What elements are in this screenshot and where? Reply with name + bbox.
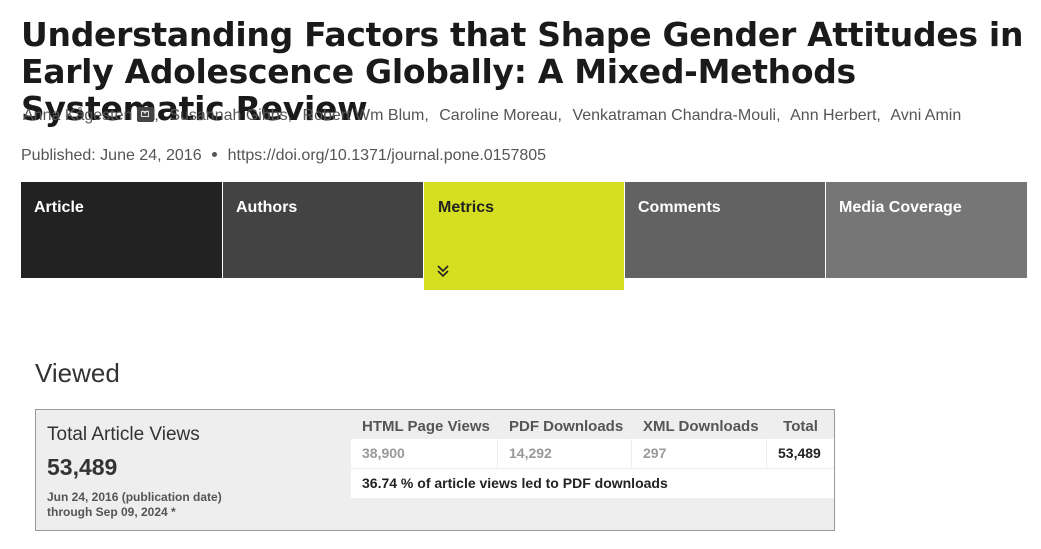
views-breakdown-table: HTML Page Views PDF Downloads XML Downlo… — [351, 413, 834, 498]
bullet-separator — [211, 152, 217, 157]
tab-comments[interactable]: Comments — [625, 182, 825, 278]
column-header: PDF Downloads — [509, 417, 624, 435]
total-views-label: Total Article Views — [47, 424, 200, 445]
tab-label: Metrics — [438, 199, 495, 216]
author-link[interactable]: Susannah Gibbs — [169, 107, 287, 124]
tab-label: Comments — [638, 199, 721, 216]
tab-label: Media Coverage — [839, 199, 962, 216]
total-value: 53,489 — [778, 445, 821, 461]
tab-label: Authors — [236, 199, 298, 216]
table-header-row: HTML Page Views PDF Downloads XML Downlo… — [351, 413, 834, 439]
author-list: Anna Kågesten, Susannah Gibbs, Robert Wm… — [23, 107, 962, 124]
column-header: HTML Page Views — [362, 417, 490, 435]
published-date: Published: June 24, 2016 — [21, 147, 202, 164]
doi-link[interactable]: https://doi.org/10.1371/journal.pone.015… — [228, 147, 546, 164]
pdf-downloads-value: 14,292 — [498, 439, 632, 468]
date-from: Jun 24, 2016 (publication date) — [47, 490, 222, 504]
author-link[interactable]: Venkatraman Chandra-Mouli — [572, 107, 776, 124]
tab-article[interactable]: Article — [21, 182, 222, 278]
author-link[interactable]: Avni Amin — [890, 107, 961, 124]
total-views-value: 53,489 — [47, 454, 118, 480]
pdf-ratio-summary: 36.74 % of article views led to PDF down… — [351, 468, 834, 498]
tab-metrics[interactable]: Metrics — [424, 182, 624, 290]
author-link[interactable]: Caroline Moreau — [439, 107, 557, 124]
date-range: Jun 24, 2016 (publication date) through … — [47, 490, 222, 520]
table-row: 38,900 14,292 297 53,489 — [351, 439, 834, 468]
publication-info: Published: June 24, 2016 https://doi.org/… — [21, 147, 546, 165]
email-icon[interactable] — [137, 107, 155, 122]
author-link[interactable]: Ann Herbert — [790, 107, 876, 124]
author-link[interactable]: Robert Wm Blum — [303, 107, 425, 124]
author-link[interactable]: Anna Kågesten — [23, 107, 132, 124]
tab-media-coverage[interactable]: Media Coverage — [826, 182, 1027, 278]
xml-downloads-value: 297 — [632, 439, 767, 468]
double-chevron-down-icon — [437, 265, 449, 278]
article-tabs: Article Authors Metrics Comments Media C… — [21, 182, 1027, 290]
html-views-value: 38,900 — [351, 439, 498, 468]
article-views-panel: Total Article Views 53,489 Jun 24, 2016 … — [35, 409, 835, 531]
column-header: XML Downloads — [643, 417, 759, 435]
section-heading-viewed: Viewed — [35, 358, 120, 388]
date-through: through Sep 09, 2024 * — [47, 505, 176, 519]
tab-label: Article — [34, 199, 84, 216]
column-header: Total — [783, 417, 818, 435]
tab-authors[interactable]: Authors — [223, 182, 423, 278]
